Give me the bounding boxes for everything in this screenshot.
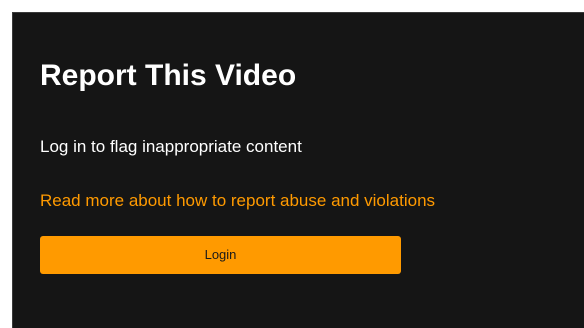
dialog-title: Report This Video bbox=[40, 59, 297, 92]
login-button[interactable]: Login bbox=[40, 236, 401, 274]
report-abuse-info-link[interactable]: Read more about how to report abuse and … bbox=[40, 190, 435, 212]
report-video-dialog: Report This Video Log in to flag inappro… bbox=[12, 12, 584, 328]
page-backdrop: Report This Video Log in to flag inappro… bbox=[0, 0, 584, 328]
login-prompt-text: Log in to flag inappropriate content bbox=[40, 137, 302, 156]
